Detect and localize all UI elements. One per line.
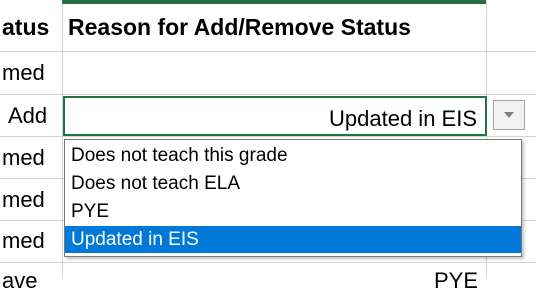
header-reason[interactable]: Reason for Add/Remove Status <box>68 16 411 39</box>
dropdown-option[interactable]: Does not teach ELA <box>65 170 521 197</box>
status-cell[interactable]: med <box>2 189 45 211</box>
dropdown-list[interactable]: Does not teach this grade Does not teach… <box>64 139 522 257</box>
status-cell[interactable]: med <box>2 230 45 252</box>
status-cell[interactable]: Add <box>8 105 47 127</box>
row-divider <box>0 94 536 95</box>
row-divider <box>0 262 536 263</box>
row-divider <box>0 136 536 137</box>
dropdown-option[interactable]: Does not teach this grade <box>65 142 521 169</box>
header-status[interactable]: atus <box>2 16 49 39</box>
active-reason-cell[interactable]: Updated in EIS <box>63 96 487 136</box>
row-divider <box>0 51 536 52</box>
dropdown-option[interactable]: PYE <box>65 198 521 225</box>
active-cell-value: Updated in EIS <box>329 106 477 131</box>
status-cell[interactable]: med <box>2 147 45 169</box>
column-divider <box>62 0 63 278</box>
status-cell[interactable]: med <box>2 62 45 84</box>
dropdown-button[interactable] <box>493 100 525 130</box>
selected-column-indicator <box>62 0 486 4</box>
reason-cell[interactable]: PYE <box>434 270 478 292</box>
spreadsheet-grid: atus Reason for Add/Remove Status med Ad… <box>0 0 536 292</box>
status-cell[interactable]: ave <box>2 270 37 292</box>
dropdown-option-selected[interactable]: Updated in EIS <box>65 226 521 253</box>
chevron-down-icon <box>504 112 514 118</box>
